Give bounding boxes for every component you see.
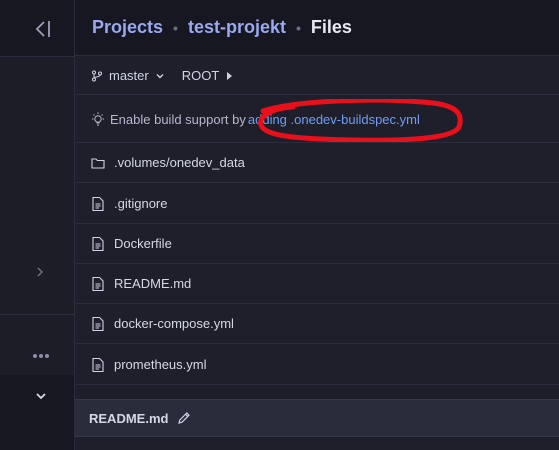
file-icon (92, 196, 104, 211)
breadcrumb: Projects • test-projekt • Files (75, 0, 559, 56)
more-icon[interactable] (31, 350, 51, 362)
branch-bar: master ROOT (75, 57, 559, 95)
file-row[interactable]: Dockerfile (75, 224, 559, 264)
branch-selector[interactable]: master (109, 68, 149, 83)
lightbulb-icon (92, 112, 104, 125)
readme-header: README.md (75, 399, 559, 437)
folder-icon (91, 157, 105, 169)
file-name[interactable]: docker-compose.yml (114, 316, 234, 331)
chevron-right-icon[interactable] (34, 264, 46, 280)
readme-title: README.md (89, 410, 169, 426)
edit-icon[interactable] (177, 411, 191, 425)
file-row[interactable]: docker-compose.yml (75, 304, 559, 344)
breadcrumb-separator: • (173, 19, 178, 36)
file-row[interactable]: .gitignore (75, 184, 559, 224)
build-support-hint: Enable build support by adding .onedev-b… (75, 96, 559, 143)
main-content: Projects • test-projekt • Files master R… (75, 0, 559, 450)
file-name[interactable]: README.md (114, 276, 191, 291)
caret-right-icon[interactable] (225, 71, 233, 81)
file-name[interactable]: prometheus.yml (114, 357, 206, 372)
file-name[interactable]: .volumes/onedev_data (114, 155, 245, 170)
breadcrumb-projects[interactable]: Projects (92, 17, 163, 38)
git-branch-icon (92, 70, 102, 81)
collapse-sidebar-icon[interactable] (34, 18, 54, 40)
breadcrumb-separator: • (295, 19, 301, 36)
file-icon (92, 316, 104, 331)
sidebar-header (0, 0, 74, 57)
file-icon (92, 276, 104, 291)
file-name[interactable]: Dockerfile (114, 236, 172, 251)
sidebar-footer (0, 375, 74, 450)
chevron-down-icon[interactable] (33, 388, 49, 404)
file-row[interactable]: README.md (75, 264, 559, 304)
file-row[interactable]: .volumes/onedev_data (75, 143, 559, 183)
build-hint-text: Enable build support by (110, 111, 246, 127)
page-title: Files (310, 17, 352, 37)
sidebar (0, 0, 75, 450)
red-circle-annotation (258, 99, 463, 142)
breadcrumb-project[interactable]: test-projekt (188, 17, 286, 38)
sidebar-divider (0, 314, 74, 315)
file-row[interactable]: prometheus.yml (75, 345, 559, 385)
file-icon (92, 357, 104, 372)
chevron-down-icon[interactable] (155, 71, 165, 81)
file-name[interactable]: .gitignore (114, 196, 167, 211)
file-icon (92, 236, 104, 251)
path-root[interactable]: ROOT (182, 68, 220, 83)
